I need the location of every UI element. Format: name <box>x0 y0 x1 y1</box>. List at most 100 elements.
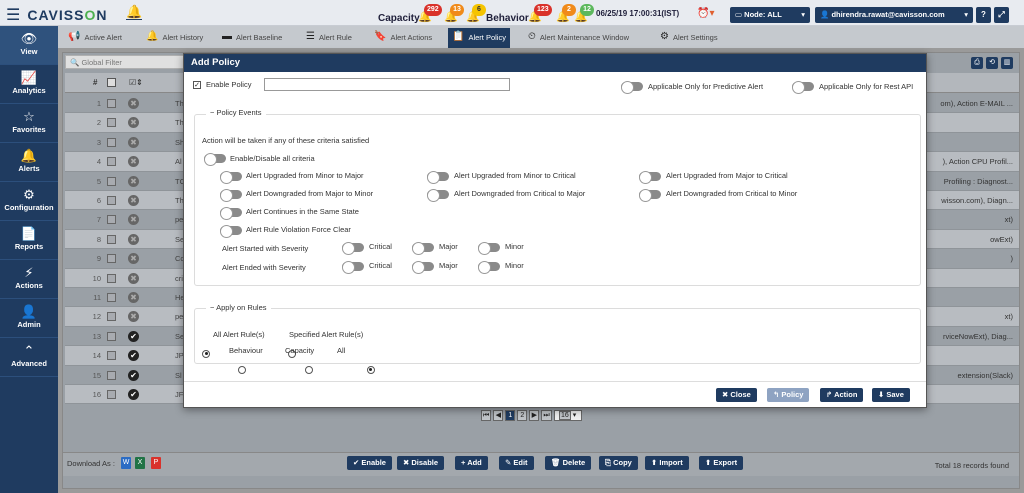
import-button[interactable]: ⬆ Import <box>645 456 689 470</box>
rest-api-only-toggle[interactable] <box>792 81 814 94</box>
row-checkbox[interactable] <box>107 254 116 264</box>
capacity-radio[interactable] <box>304 365 313 374</box>
policy-button[interactable]: ↰ Policy <box>767 388 810 402</box>
search-icon: 🔍 <box>70 58 82 67</box>
last-page-button[interactable]: ⏭ <box>541 410 552 421</box>
hamburger-menu-icon[interactable]: ☰ <box>6 5 21 25</box>
delete-button[interactable]: 🗑 Delete <box>545 456 592 470</box>
tab-alert-policy[interactable]: 📋 Alert Policy <box>448 28 510 48</box>
user-menu[interactable]: 👤 dhirendra.rawat@cavisson.com ▾ <box>815 7 973 23</box>
add-button[interactable]: + Add <box>455 456 488 470</box>
tab-alert-maintenance-window[interactable]: ⏲ Alert Maintenance Window <box>524 28 633 48</box>
row-checkbox[interactable] <box>107 196 116 205</box>
tab-alert-history[interactable]: 🔔 Alert History <box>142 28 207 48</box>
enable-all-criteria-toggle[interactable] <box>204 153 226 166</box>
fullscreen-button[interactable]: ⤢ <box>994 7 1009 23</box>
nav-item-admin[interactable]: 👤 Admin <box>0 299 58 338</box>
prev-page-button[interactable]: ◀ <box>493 410 504 421</box>
row-checkbox[interactable] <box>107 370 116 380</box>
started-minor-toggle[interactable] <box>478 242 500 255</box>
disable-button[interactable]: ✖ Disable <box>397 456 445 470</box>
page-2-button[interactable]: 2 <box>517 410 528 421</box>
tab-active-alert[interactable]: 📢 Active Alert <box>64 28 126 48</box>
row-checkbox[interactable] <box>107 331 116 341</box>
save-button[interactable]: ⬇ Save <box>872 388 910 402</box>
status-sort-icon[interactable]: ☑⇕ <box>129 78 143 87</box>
nav-item-reports[interactable]: 📄 Reports <box>0 221 58 260</box>
page-size-select[interactable]: 16 ▾ <box>553 410 582 421</box>
ended-major-toggle[interactable] <box>412 261 434 274</box>
global-filter-input[interactable]: 🔍 Global Filter <box>65 55 185 69</box>
event-toggle-critical-to-minor[interactable] <box>639 189 661 202</box>
close-button[interactable]: ✖ Close <box>716 388 757 402</box>
started-critical-toggle[interactable] <box>342 242 364 255</box>
behaviour-radio[interactable] <box>238 365 247 374</box>
enable-button[interactable]: ✔ Enable <box>347 456 392 470</box>
event-toggle-minor-to-major[interactable] <box>220 171 242 184</box>
event-toggle-minor-to-critical[interactable] <box>427 171 449 184</box>
nav-item-favorites[interactable]: ☆ Favorites <box>0 104 58 143</box>
row-checkbox[interactable] <box>107 176 116 186</box>
apply-rules-legend[interactable]: − Apply on Rules <box>206 303 271 312</box>
started-major-toggle[interactable] <box>412 242 434 255</box>
row-checkbox[interactable] <box>107 351 116 361</box>
event-toggle-major-to-minor[interactable] <box>220 189 242 202</box>
brand-logo[interactable]: ☰ CAVISS O N <box>6 5 107 25</box>
excel-export-icon[interactable]: X <box>135 457 145 469</box>
behavior-minor-badge[interactable]: 12 <box>580 4 594 16</box>
columns-icon[interactable]: ▥ <box>1001 57 1013 69</box>
row-checkbox[interactable] <box>107 234 116 244</box>
nav-item-advanced[interactable]: ⌃ Advanced <box>0 338 58 377</box>
alarm-icon[interactable]: ⏰▾ <box>697 8 714 19</box>
ended-critical-toggle[interactable] <box>342 261 364 274</box>
event-toggle-same-state[interactable] <box>220 207 242 220</box>
nav-item-analytics[interactable]: 📈 Analytics <box>0 65 58 104</box>
row-checkbox[interactable] <box>107 273 116 283</box>
export-icon[interactable]: ⎙ <box>971 57 983 69</box>
node-select[interactable]: ▭ Node: ALL ▾ <box>730 7 810 23</box>
tab-alert-baseline[interactable]: ▬ Alert Baseline <box>218 28 286 48</box>
event-toggle-critical-to-major[interactable] <box>427 189 449 202</box>
next-page-button[interactable]: ▶ <box>529 410 540 421</box>
event-toggle-force-clear[interactable] <box>220 225 242 238</box>
capacity-minor-badge[interactable]: 6 <box>472 4 486 16</box>
tab-alert-settings[interactable]: ⚙ Alert Settings <box>656 28 722 48</box>
edit-button[interactable]: ✎ Edit <box>499 456 534 470</box>
ended-minor-toggle[interactable] <box>478 261 500 274</box>
behavior-critical-badge[interactable]: 123 <box>534 4 552 16</box>
copy-button[interactable]: ⎘ Copy <box>599 456 638 470</box>
row-checkbox[interactable] <box>107 118 116 128</box>
page-1-button[interactable]: 1 <box>505 410 516 421</box>
capacity-major-badge[interactable]: 13 <box>450 4 464 16</box>
nav-item-view[interactable]: 👁 View <box>0 26 58 65</box>
nav-item-actions[interactable]: ⚡ Actions <box>0 260 58 299</box>
policy-name-input[interactable] <box>264 78 510 91</box>
row-checkbox[interactable] <box>107 215 116 225</box>
tab-alert-rule[interactable]: ☰ Alert Rule <box>302 28 356 48</box>
tab-alert-actions[interactable]: 🔖 Alert Actions <box>370 28 436 48</box>
select-all-checkbox[interactable] <box>107 78 116 87</box>
help-button[interactable]: ? <box>976 7 991 23</box>
history-icon[interactable]: ⟲ <box>986 57 998 69</box>
first-page-button[interactable]: ⏮ <box>481 410 492 421</box>
row-checkbox[interactable] <box>107 137 116 147</box>
row-checkbox[interactable] <box>107 293 116 302</box>
enable-policy-checkbox[interactable]: ✓ <box>193 81 201 89</box>
nav-item-configuration[interactable]: ⚙ Configuration <box>0 182 58 221</box>
row-checkbox[interactable] <box>107 390 116 399</box>
all-type-radio[interactable] <box>366 365 375 374</box>
pdf-export-icon[interactable]: P <box>151 457 161 469</box>
word-export-icon[interactable]: W <box>121 457 131 469</box>
all-rules-radio[interactable] <box>202 349 210 358</box>
predictive-only-toggle[interactable] <box>621 81 643 94</box>
row-checkbox[interactable] <box>107 99 116 108</box>
row-checkbox[interactable] <box>107 157 116 167</box>
export-button[interactable]: ⬆ Export <box>699 456 744 470</box>
nav-item-alerts[interactable]: 🔔 Alerts <box>0 143 58 182</box>
notification-bell-icon[interactable]: 🔔 <box>126 4 142 20</box>
policy-events-legend[interactable]: − Policy Events <box>206 108 266 117</box>
row-checkbox[interactable] <box>107 312 116 322</box>
event-toggle-major-to-critical[interactable] <box>639 171 661 184</box>
capacity-critical-badge[interactable]: 292 <box>424 4 442 16</box>
action-button[interactable]: ↱ Action <box>820 388 864 402</box>
